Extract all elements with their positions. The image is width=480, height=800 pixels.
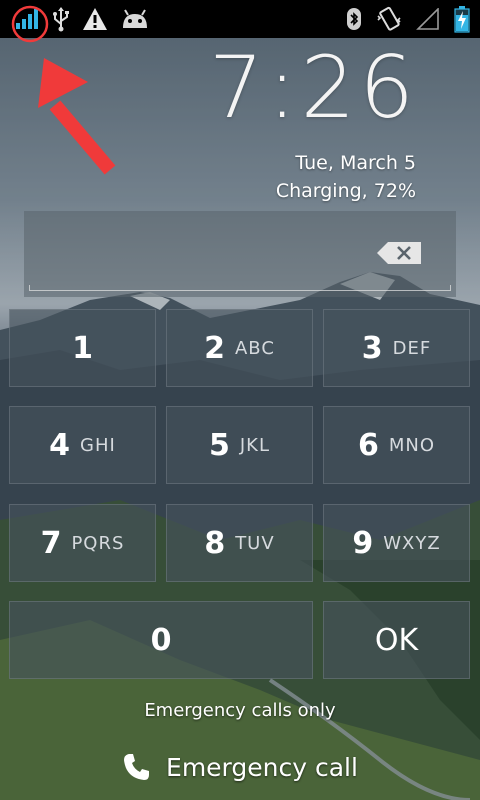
pin-underline	[29, 285, 451, 291]
key-letters: GHI	[80, 434, 116, 456]
key-letters: PQRS	[71, 532, 125, 554]
key-8[interactable]: 8 TUV	[166, 504, 313, 582]
android-debug-icon	[120, 5, 150, 33]
key-0[interactable]: 0	[9, 601, 313, 679]
phone-icon	[124, 754, 150, 780]
key-7[interactable]: 7 PQRS	[9, 504, 156, 582]
ok-label: OK	[374, 622, 419, 658]
ok-button[interactable]: OK	[323, 601, 470, 679]
key-digit: 4	[49, 427, 71, 463]
key-letters: DEF	[392, 337, 432, 359]
key-letters: ABC	[234, 337, 275, 359]
key-letters: TUV	[235, 532, 275, 554]
charging-status: Charging, 72%	[275, 180, 416, 202]
key-6[interactable]: 6 MNO	[323, 406, 470, 484]
battery-charging-icon	[454, 5, 470, 33]
key-digit: 3	[361, 330, 383, 366]
key-3[interactable]: 3 DEF	[323, 309, 470, 387]
key-5[interactable]: 5 JKL	[166, 406, 313, 484]
emergency-call-button[interactable]: Emergency call	[0, 748, 480, 786]
key-2[interactable]: 2 ABC	[166, 309, 313, 387]
key-9[interactable]: 9 WXYZ	[323, 504, 470, 582]
key-1[interactable]: 1	[9, 309, 156, 387]
bluetooth-icon	[346, 5, 362, 33]
key-digit: 9	[352, 525, 374, 561]
key-digit: 5	[208, 427, 230, 463]
warning-icon	[82, 5, 108, 33]
key-digit: 2	[204, 330, 225, 366]
key-letters: JKL	[239, 434, 270, 456]
key-letters: WXYZ	[383, 532, 441, 554]
status-bar	[0, 0, 480, 38]
key-digit: 1	[72, 330, 93, 366]
key-digit: 7	[40, 525, 62, 561]
lockscreen-date: Tue, March 5	[295, 152, 416, 174]
wifi-empty-icon	[416, 5, 440, 33]
key-digit: 8	[204, 525, 226, 561]
emergency-calls-only-label: Emergency calls only	[144, 700, 336, 721]
lockscreen-clock: 7:26	[208, 38, 418, 138]
backspace-icon	[377, 242, 421, 264]
vibrate-icon	[376, 5, 402, 33]
backspace-button[interactable]	[376, 241, 422, 265]
key-4[interactable]: 4 GHI	[9, 406, 156, 484]
key-digit: 0	[150, 622, 172, 658]
usb-icon	[52, 5, 70, 33]
signal-strength-icon	[14, 5, 40, 33]
key-digit: 6	[357, 427, 379, 463]
emergency-call-label: Emergency call	[166, 752, 358, 782]
pin-entry-field[interactable]	[24, 211, 456, 297]
key-letters: MNO	[388, 434, 436, 456]
